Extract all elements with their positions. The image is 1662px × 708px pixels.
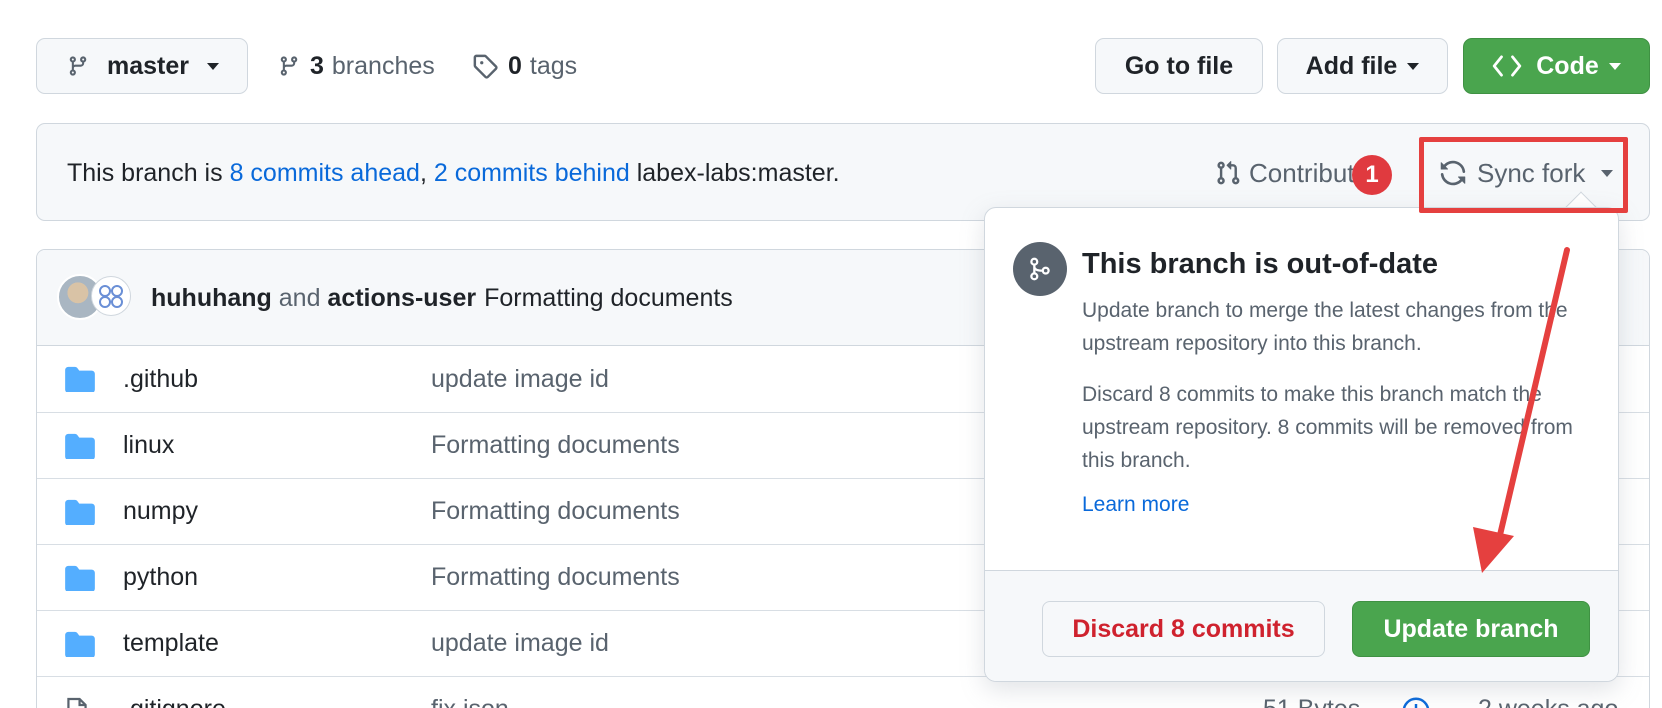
tag-icon <box>472 53 498 79</box>
file-size: 51 Bytes <box>1263 695 1360 708</box>
banner-separator: , <box>419 158 434 187</box>
git-pull-request-icon <box>1215 160 1241 186</box>
discard-commits-button[interactable]: Discard 8 commits <box>1042 601 1325 657</box>
popover-description-discard: Discard 8 commits to make this branch ma… <box>1082 383 1573 472</box>
file-icon <box>65 697 89 708</box>
branch-name: master <box>107 51 189 80</box>
popover-footer: Discard 8 commits Update branch <box>985 570 1618 681</box>
folder-icon <box>65 631 95 664</box>
banner-prefix: This branch is <box>67 158 230 187</box>
file-commit-message[interactable]: fix json <box>431 695 509 708</box>
git-compare-icon <box>1013 242 1067 296</box>
commits-ahead-link[interactable]: 8 commits ahead <box>230 159 420 188</box>
code-button[interactable]: Code <box>1463 38 1650 94</box>
file-age: 2 weeks ago <box>1478 695 1618 708</box>
go-to-file-button[interactable]: Go to file <box>1095 38 1263 94</box>
git-branch-icon <box>67 53 89 79</box>
add-file-label: Add file <box>1305 51 1398 80</box>
folder-icon <box>65 433 95 466</box>
file-name[interactable]: .gitignore <box>123 695 226 708</box>
folder-icon <box>65 366 95 399</box>
highlight-box <box>1419 137 1628 213</box>
contribute-label: Contribute <box>1249 157 1369 188</box>
branches-count: 3 <box>310 51 324 80</box>
download-icon[interactable] <box>1402 697 1430 708</box>
avatar[interactable] <box>91 276 131 316</box>
popover-description-update: Update branch to merge the latest change… <box>1082 299 1568 355</box>
file-name[interactable]: numpy <box>123 497 198 526</box>
commit-message[interactable]: Formatting documents <box>484 284 733 313</box>
tags-label: tags <box>529 51 578 80</box>
sync-fork-popover: This branch is out-of-date Update branch… <box>984 207 1619 682</box>
commit-author[interactable]: huhuhang <box>151 284 272 313</box>
code-label: Code <box>1536 51 1599 80</box>
file-name[interactable]: template <box>123 629 219 658</box>
file-name[interactable]: python <box>123 563 198 592</box>
chevron-down-icon <box>1407 62 1420 70</box>
banner-suffix: labex-labs:master. <box>629 158 840 187</box>
tags-link[interactable]: 0 tags <box>472 38 577 94</box>
update-branch-button[interactable]: Update branch <box>1352 601 1590 657</box>
go-to-file-label: Go to file <box>1124 51 1234 80</box>
commits-behind-link[interactable]: 2 commits behind <box>434 159 630 188</box>
commit-and: and <box>271 283 328 312</box>
file-commit-message[interactable]: Formatting documents <box>431 431 680 460</box>
latest-commit-text: huhuhang and actions-user Formatting doc… <box>151 250 733 346</box>
commit-author[interactable]: actions-user <box>327 284 476 313</box>
popover-title: This branch is out-of-date <box>1082 248 1439 280</box>
folder-icon <box>65 499 95 532</box>
fork-status-text: This branch is 8 commits ahead, 2 commit… <box>67 124 840 222</box>
tags-count: 0 <box>508 51 522 80</box>
git-branch-icon <box>278 53 300 79</box>
step-badge: 1 <box>1352 155 1392 195</box>
file-commit-message[interactable]: Formatting documents <box>431 563 680 592</box>
file-name[interactable]: linux <box>123 431 174 460</box>
folder-icon <box>65 565 95 598</box>
chevron-down-icon <box>1608 62 1621 70</box>
branch-select-button[interactable]: master <box>36 38 248 94</box>
code-icon <box>1492 55 1522 77</box>
file-name[interactable]: .github <box>123 365 198 394</box>
branches-label: branches <box>331 51 435 80</box>
learn-more-link[interactable]: Learn more <box>1082 493 1189 517</box>
chevron-down-icon <box>207 62 219 70</box>
file-commit-message[interactable]: update image id <box>431 365 609 394</box>
branches-link[interactable]: 3 branches <box>278 38 435 94</box>
file-commit-message[interactable]: update image id <box>431 629 609 658</box>
file-commit-message[interactable]: Formatting documents <box>431 497 680 526</box>
add-file-button[interactable]: Add file <box>1277 38 1448 94</box>
